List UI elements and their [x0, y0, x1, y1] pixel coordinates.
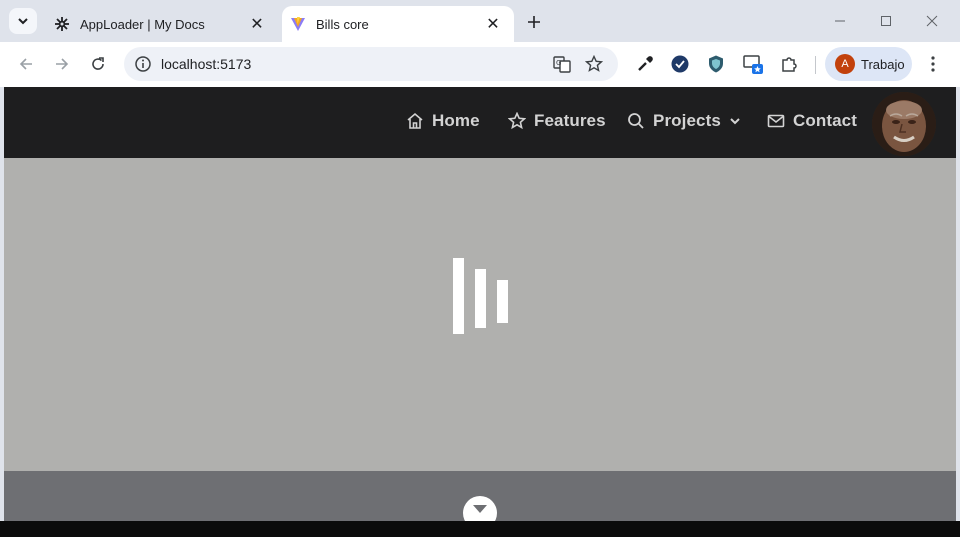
site-navbar: Home Features Projects Contact [4, 87, 956, 158]
translate-icon[interactable]: G [552, 54, 572, 74]
reload-button[interactable] [84, 50, 112, 78]
minimize-button[interactable] [818, 8, 862, 34]
page-viewport: Home Features Projects Contact [4, 87, 956, 521]
maximize-button[interactable] [864, 8, 908, 34]
screen-bottom-edge [0, 521, 960, 537]
cast-extension-icon[interactable] [742, 53, 764, 75]
profile-name: Trabajo [861, 56, 905, 72]
profile-avatar: A [835, 54, 855, 74]
new-tab-button[interactable] [522, 10, 546, 34]
nav-features-link[interactable]: Features [508, 111, 606, 131]
nav-projects-label: Projects [653, 111, 721, 130]
nav-home-label: Home [432, 111, 480, 130]
mail-icon [767, 114, 785, 128]
chevron-down-icon [473, 505, 487, 513]
maximize-icon [881, 16, 891, 26]
vite-logo-icon [291, 17, 305, 31]
tab-bills-core[interactable]: Bills core ✕ [282, 6, 514, 42]
arrow-right-icon [56, 58, 69, 70]
profile-button[interactable]: A Trabajo [825, 47, 912, 81]
browser-menu-icon[interactable] [922, 53, 944, 75]
loader-bar [475, 269, 486, 328]
tab-title: Bills core [316, 16, 369, 32]
toolbar-divider [815, 56, 816, 74]
address-bar[interactable]: localhost:5173 G [124, 47, 618, 81]
reload-icon [92, 57, 104, 70]
chevron-down-icon [730, 118, 740, 125]
nav-features-label: Features [534, 111, 606, 130]
gear-bug-icon [55, 17, 69, 31]
close-tab-icon[interactable]: ✕ [248, 15, 266, 33]
eyedropper-extension-icon[interactable] [634, 53, 656, 75]
forward-button[interactable] [48, 50, 76, 78]
tab-title: AppLoader | My Docs [80, 16, 205, 32]
tab-search-button[interactable] [9, 8, 37, 34]
address-text[interactable]: localhost:5173 [161, 56, 251, 72]
close-icon [926, 15, 938, 27]
tab-strip: AppLoader | My Docs ✕ Bills core ✕ [0, 0, 960, 42]
close-window-button[interactable] [910, 8, 954, 34]
nav-home-link[interactable]: Home [406, 111, 480, 131]
home-icon [407, 112, 423, 129]
loader-bar [497, 280, 508, 323]
nav-contact-link[interactable]: Contact [767, 111, 857, 131]
check-extension-icon[interactable] [669, 53, 691, 75]
chevron-down-icon [18, 18, 28, 25]
plus-icon [528, 16, 540, 28]
puzzle-extensions-icon[interactable] [778, 53, 800, 75]
nav-projects-link[interactable]: Projects [627, 111, 741, 131]
nav-contact-label: Contact [793, 111, 857, 130]
search-icon [628, 113, 644, 129]
close-tab-icon[interactable]: ✕ [484, 15, 502, 33]
user-avatar[interactable] [872, 92, 936, 156]
arrow-left-icon [19, 58, 32, 70]
loader-bar [453, 258, 464, 334]
star-icon [508, 112, 526, 130]
bookmark-star-icon[interactable] [584, 54, 604, 74]
three-bars-loading-icon [453, 258, 513, 338]
site-info-icon[interactable] [134, 55, 152, 73]
browser-toolbar: localhost:5173 G A Trabajo [0, 42, 960, 87]
browser-window: AppLoader | My Docs ✕ Bills core ✕ local… [0, 0, 960, 537]
shield-extension-icon[interactable] [705, 53, 727, 75]
back-button[interactable] [12, 50, 40, 78]
svg-text:G: G [556, 59, 561, 67]
minimize-icon [835, 20, 845, 22]
tab-apploader[interactable]: AppLoader | My Docs ✕ [46, 6, 278, 42]
